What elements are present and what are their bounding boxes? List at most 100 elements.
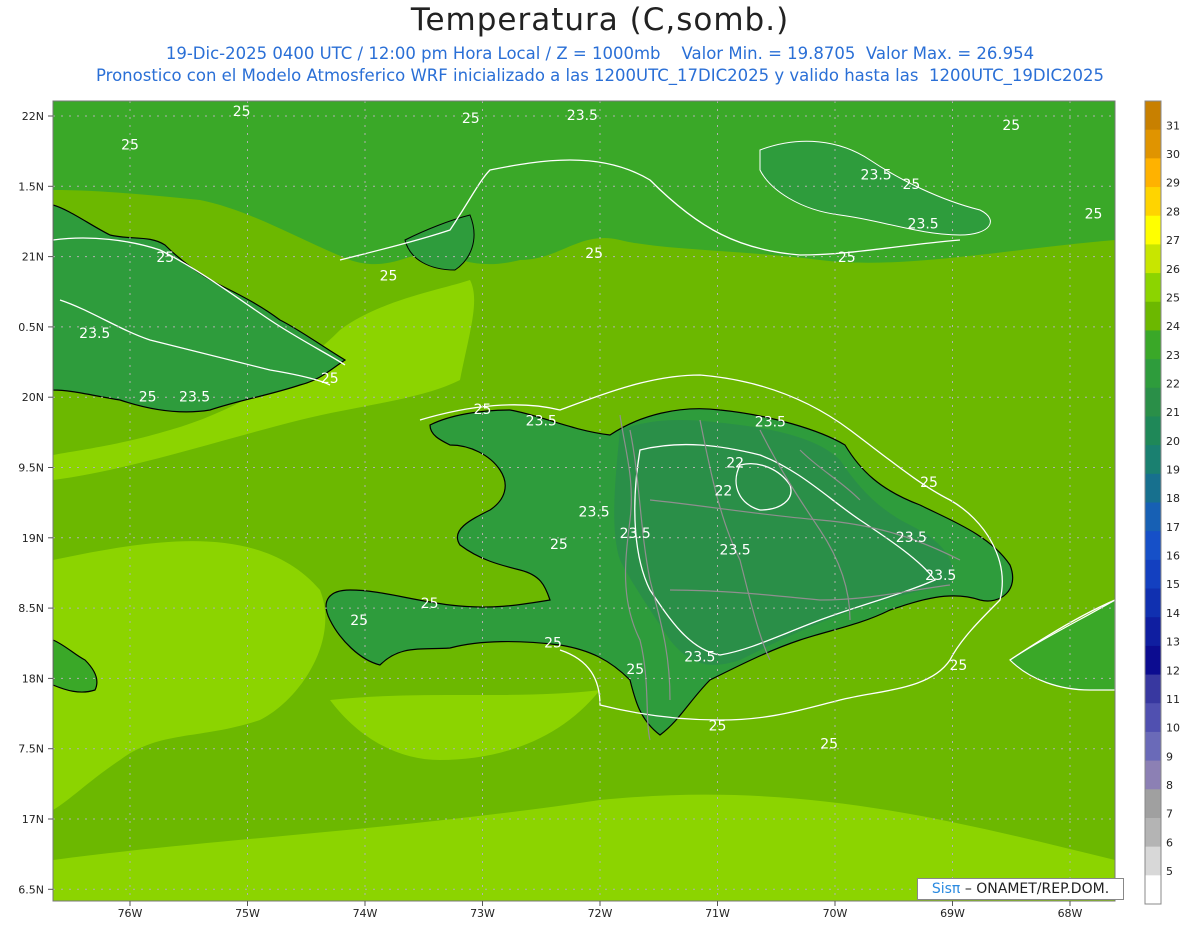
lon-tick-label: 71W: [705, 907, 730, 920]
colorbar-swatch: [1145, 789, 1161, 819]
lat-tick-label: 8.5N: [18, 602, 44, 615]
contour-value-label: 23.5: [579, 505, 610, 521]
colorbar-label: 14: [1166, 607, 1180, 620]
contour-value-label: 25: [156, 250, 174, 266]
lon-tick-label: 76W: [118, 907, 143, 920]
colorbar-label: 15: [1166, 578, 1180, 591]
lat-tick-label: 22N: [22, 110, 44, 123]
colorbar-swatch: [1145, 703, 1161, 733]
colorbar-label: 26: [1166, 263, 1180, 276]
lat-tick-label: 20N: [22, 391, 44, 404]
contour-value-label: 25: [233, 104, 251, 120]
contour-value-label: 25: [350, 613, 368, 629]
colorbar-swatch: [1145, 588, 1161, 618]
contour-value-label: 23.5: [925, 568, 956, 584]
contour-value-label: 25: [709, 718, 727, 734]
contour-value-label: 23.5: [79, 326, 110, 342]
lat-tick-label: 21N: [22, 251, 44, 264]
colorbar-label: 13: [1166, 636, 1180, 649]
lon-tick-label: 74W: [353, 907, 378, 920]
contour-value-label: 23.5: [896, 530, 927, 546]
forecast-map: 25 25 23.5 25 25 23.5 25 23.5 25 25 25 25 25 23.5 25 25…: [18, 100, 1180, 920]
colorbar-swatch: [1145, 531, 1161, 561]
colorbar-label: 7: [1166, 808, 1173, 821]
contour-value-label: 25: [949, 658, 967, 674]
contour-value-label: 25: [585, 246, 603, 262]
colorbar-label: 23: [1166, 349, 1180, 362]
contour-value-label: 25: [920, 475, 938, 491]
colorbar-swatch: [1145, 617, 1161, 647]
colorbar-swatch: [1145, 158, 1161, 188]
contour-value-label: 23.5: [620, 526, 651, 542]
lat-tick-label: 17N: [22, 813, 44, 826]
lon-tick-label: 69W: [940, 907, 965, 920]
colorbar-label: 27: [1166, 234, 1180, 247]
contour-value-label: 23.5: [755, 415, 786, 431]
contour-value-label: 25: [380, 269, 398, 285]
contour-value-label: 25: [902, 177, 920, 193]
contour-value-label: 22: [714, 484, 732, 500]
credit-box: Sisπ – ONAMET/REP.DOM.: [917, 878, 1124, 900]
colorbar-label: 17: [1166, 521, 1180, 534]
colorbar-swatch: [1145, 473, 1161, 503]
sispi-logo-text: Sisπ: [931, 881, 961, 897]
lon-tick-label: 70W: [823, 907, 848, 920]
color-scale-bar: 31 30 29 28 27 26 25 24 23 22 21 20 19 18 17 16 15 14 13 12…: [1144, 100, 1180, 905]
colorbar-label: 24: [1166, 320, 1180, 333]
contour-value-label: 25: [121, 138, 139, 154]
colorbar-swatch: [1145, 129, 1161, 159]
contour-value-label: 25: [626, 662, 644, 678]
contour-value-label: 25: [321, 371, 339, 387]
contour-value-label: 23.5: [567, 108, 598, 124]
colorbar-swatch: [1145, 416, 1161, 446]
contour-value-label: 25: [550, 537, 568, 553]
lat-tick-label: 9.5N: [18, 462, 44, 475]
colorbar-swatch: [1145, 502, 1161, 532]
colorbar-label: 10: [1166, 722, 1180, 735]
colorbar-swatch: [1145, 817, 1161, 848]
colorbar-swatch: [1145, 273, 1161, 303]
colorbar-swatch: [1145, 731, 1161, 762]
lat-tick-label: 19N: [22, 532, 44, 545]
contour-value-label: 25: [421, 596, 439, 612]
colorbar-swatch: [1145, 559, 1161, 590]
colorbar-swatch: [1145, 330, 1161, 360]
contour-value-label: 22: [726, 456, 744, 472]
colorbar-label: 18: [1166, 492, 1180, 505]
contour-value-label: 25: [462, 111, 480, 127]
colorbar-swatch: [1145, 101, 1161, 131]
colorbar-label: 31: [1166, 119, 1180, 132]
colorbar-swatch: [1145, 760, 1161, 790]
contour-value-label: 25: [544, 635, 562, 651]
contour-value-label: 23.5: [526, 413, 557, 429]
colorbar-label: 25: [1166, 291, 1180, 304]
colorbar-label: 5: [1166, 865, 1173, 878]
credit-org: – ONAMET/REP.DOM.: [964, 881, 1110, 897]
colorbar-swatch: [1145, 244, 1161, 274]
contour-value-label: 25: [474, 402, 492, 418]
colorbar-label: 16: [1166, 550, 1180, 563]
contour-value-label: 25: [139, 389, 157, 405]
contour-value-label: 23.5: [720, 543, 751, 559]
contour-value-label: 23.5: [908, 216, 939, 232]
colorbar-swatch: [1145, 301, 1161, 331]
colorbar-swatch: [1145, 674, 1161, 704]
colorbar-swatch: [1145, 875, 1161, 905]
lat-tick-label: 0.5N: [18, 321, 44, 334]
colorbar-label: 30: [1166, 148, 1180, 161]
colorbar-label: 9: [1166, 750, 1173, 763]
colorbar-label: 28: [1166, 205, 1180, 218]
colorbar-label: 6: [1166, 836, 1173, 849]
lon-tick-label: 72W: [588, 907, 613, 920]
lon-tick-label: 68W: [1058, 907, 1083, 920]
lat-tick-label: 18N: [22, 672, 44, 685]
colorbar-swatch: [1145, 645, 1161, 676]
lat-tick-label: 6.5N: [18, 883, 44, 896]
lon-tick-label: 75W: [235, 907, 260, 920]
colorbar-label: 11: [1166, 693, 1180, 706]
contour-value-label: 25: [1002, 118, 1020, 134]
contour-value-label: 25: [838, 250, 856, 266]
colorbar-label: 8: [1166, 779, 1173, 792]
lat-tick-label: 1.5N: [18, 180, 44, 193]
colorbar-label: 21: [1166, 406, 1180, 419]
